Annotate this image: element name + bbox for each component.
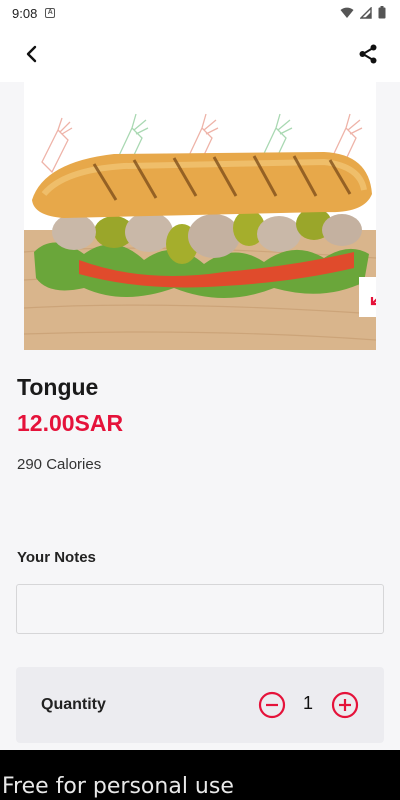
share-button[interactable] — [354, 40, 382, 68]
product-detail: Tongue 12.00SAR 290 Calories Your Notes … — [0, 82, 400, 750]
share-icon — [359, 44, 377, 64]
chevron-left-icon — [26, 45, 37, 63]
expand-image-button[interactable] — [359, 277, 376, 317]
minus-circle-icon — [258, 691, 286, 719]
product-price: 12.00SAR — [17, 410, 124, 436]
battery-icon — [378, 6, 386, 19]
product-name: Tongue — [17, 374, 99, 400]
watermark-text: Free for personal use — [2, 774, 234, 799]
wifi-icon — [340, 7, 354, 18]
status-bar: 9:08 A — [0, 0, 400, 26]
app-bar — [0, 26, 400, 82]
a-box-icon: A — [45, 8, 56, 18]
quantity-value: 1 — [302, 693, 313, 713]
watermark-bar: Free for personal use — [0, 750, 400, 800]
decrease-quantity-button[interactable] — [258, 691, 286, 719]
back-button[interactable] — [18, 40, 46, 68]
quantity-label: Quantity — [41, 696, 106, 713]
quantity-card: Quantity 1 — [16, 667, 384, 743]
sandwich-photo — [24, 82, 376, 350]
status-time: 9:08 — [12, 5, 38, 21]
product-calories: 290 Calories — [17, 456, 102, 473]
increase-quantity-button[interactable] — [331, 691, 359, 719]
notes-input[interactable] — [16, 584, 384, 634]
product-image — [24, 82, 376, 350]
expand-icon — [370, 297, 376, 306]
signal-icon — [360, 6, 372, 19]
notes-label: Your Notes — [17, 549, 96, 566]
plus-circle-icon — [331, 691, 359, 719]
status-icons — [340, 6, 386, 19]
